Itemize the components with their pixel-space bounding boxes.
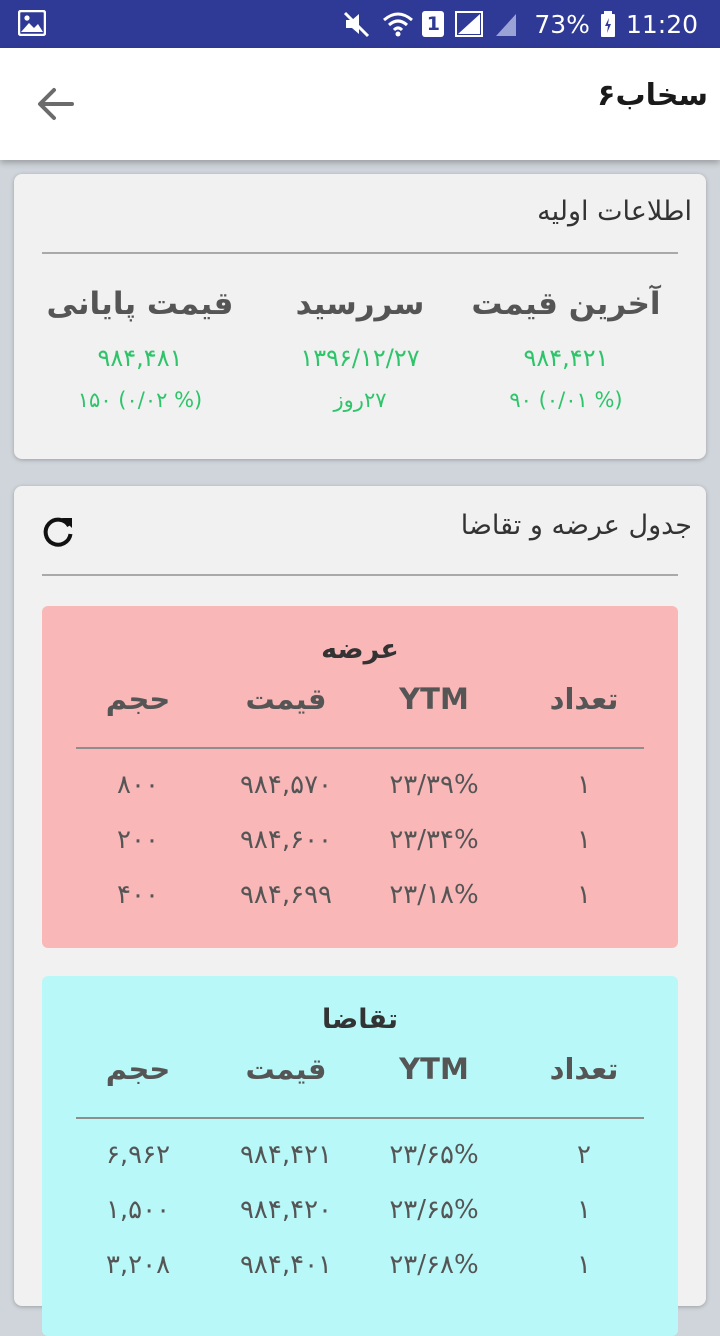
- row-volume: ۱,۵۰۰: [105, 1195, 171, 1225]
- bid-header-divider: [76, 1117, 644, 1119]
- clock: 11:20: [625, 9, 698, 39]
- row-volume: ۶,۹۶۲: [105, 1140, 171, 1170]
- sim-icon: 1: [422, 11, 445, 37]
- row-count: ۱: [577, 770, 591, 800]
- refresh-icon: [40, 517, 76, 554]
- row-count: ۱: [577, 880, 591, 910]
- last-price-change: (% ۰/۰۱) ۹۰: [509, 388, 623, 412]
- row-ytm: ۲۳/۱۸%: [389, 880, 479, 910]
- refresh-button[interactable]: [40, 514, 76, 550]
- row-ytm: ۲۳/۳۹%: [389, 770, 479, 800]
- gallery-icon: [17, 9, 47, 37]
- row-volume: ۲۰۰: [117, 825, 159, 855]
- header-volume: حجم: [105, 682, 171, 716]
- signal-icon: [454, 10, 484, 38]
- orderbook-title: جدول عرضه و تقاضا: [460, 510, 692, 541]
- maturity-column: سررسید ۱۳۹۶/۱۲/۲۷ ۲۷روز: [260, 286, 460, 412]
- info-card-divider: [42, 252, 678, 254]
- wifi-icon: [382, 10, 414, 38]
- table-row: ۱ ۲۳/۶۵% ۹۸۴,۴۲۰ ۱,۵۰۰: [42, 1195, 678, 1239]
- row-volume: ۳,۲۰۸: [105, 1250, 171, 1280]
- arrow-left-icon: [34, 88, 78, 130]
- header-ytm: YTM: [399, 1052, 469, 1086]
- bid-title: تقاضا: [322, 1004, 398, 1035]
- row-ytm: ۲۳/۳۴%: [389, 825, 479, 855]
- table-row: ۲ ۲۳/۶۵% ۹۸۴,۴۲۱ ۶,۹۶۲: [42, 1140, 678, 1184]
- row-ytm: ۲۳/۶۸%: [389, 1250, 479, 1280]
- table-row: ۱ ۲۳/۳۴% ۹۸۴,۶۰۰ ۲۰۰: [42, 825, 678, 869]
- table-row: ۱ ۲۳/۶۸% ۹۸۴,۴۰۱ ۳,۲۰۸: [42, 1250, 678, 1294]
- last-price-label: آخرین قیمت: [471, 286, 661, 322]
- back-button[interactable]: [34, 82, 78, 126]
- page-title: سخاب۶: [597, 78, 708, 113]
- row-price: ۹۸۴,۵۷۰: [239, 770, 333, 800]
- maturity-label: سررسید: [295, 286, 425, 322]
- mute-icon: [342, 10, 372, 38]
- bid-table: تقاضا تعداد YTM قیمت حجم ۲ ۲۳/۶۵% ۹۸۴,۴۲…: [42, 976, 678, 1336]
- row-price: ۹۸۴,۴۰۱: [239, 1250, 333, 1280]
- table-row: ۱ ۲۳/۳۹% ۹۸۴,۵۷۰ ۸۰۰: [42, 770, 678, 814]
- closing-price-column: قیمت پایانی ۹۸۴,۴۸۱ (% ۰/۰۲) ۱۵۰: [40, 286, 240, 412]
- bid-header-row: تعداد YTM قیمت حجم: [42, 1052, 678, 1096]
- closing-price-label: قیمت پایانی: [46, 286, 234, 322]
- header-volume: حجم: [105, 1052, 171, 1086]
- last-price-value: ۹۸۴,۴۲۱: [523, 344, 609, 372]
- info-card-title: اطلاعات اولیه: [537, 196, 692, 227]
- row-price: ۹۸۴,۴۲۰: [239, 1195, 333, 1225]
- row-volume: ۸۰۰: [117, 770, 159, 800]
- row-count: ۲: [577, 1140, 591, 1170]
- orderbook-divider: [42, 574, 678, 576]
- ask-header-divider: [76, 747, 644, 749]
- orderbook-card: جدول عرضه و تقاضا عرضه تعداد YTM قیمت حج…: [14, 486, 706, 1336]
- info-card: اطلاعات اولیه آخرین قیمت ۹۸۴,۴۲۱ (% ۰/۰۱…: [14, 174, 706, 459]
- ask-table: عرضه تعداد YTM قیمت حجم ۱ ۲۳/۳۹% ۹۸۴,۵۷۰…: [42, 606, 678, 948]
- last-price-column: آخرین قیمت ۹۸۴,۴۲۱ (% ۰/۰۱) ۹۰: [466, 286, 666, 412]
- header-ytm: YTM: [399, 682, 469, 716]
- closing-price-value: ۹۸۴,۴۸۱: [97, 344, 183, 372]
- closing-price-change: (% ۰/۰۲) ۱۵۰: [77, 388, 203, 412]
- row-ytm: ۲۳/۶۵%: [389, 1195, 479, 1225]
- ask-header-row: تعداد YTM قیمت حجم: [42, 682, 678, 726]
- ask-title: عرضه: [321, 634, 399, 665]
- row-count: ۱: [577, 825, 591, 855]
- battery-percent: 73%: [534, 9, 590, 39]
- row-price: ۹۸۴,۶۰۰: [239, 825, 333, 855]
- maturity-date: ۱۳۹۶/۱۲/۲۷: [300, 344, 420, 372]
- battery-icon: [600, 10, 616, 38]
- maturity-days: ۲۷روز: [333, 388, 387, 412]
- app-bar: سخاب۶: [0, 48, 720, 160]
- row-ytm: ۲۳/۶۵%: [389, 1140, 479, 1170]
- header-count: تعداد: [549, 682, 619, 716]
- row-count: ۱: [577, 1250, 591, 1280]
- row-price: ۹۸۴,۴۲۱: [239, 1140, 333, 1170]
- row-count: ۱: [577, 1195, 591, 1225]
- signal-icon-2: [494, 10, 524, 38]
- table-row: ۱ ۲۳/۱۸% ۹۸۴,۶۹۹ ۴۰۰: [42, 880, 678, 924]
- row-volume: ۴۰۰: [117, 880, 159, 910]
- header-price: قیمت: [245, 682, 327, 716]
- header-price: قیمت: [245, 1052, 327, 1086]
- status-bar: 1 73% 11:20: [0, 0, 720, 48]
- row-price: ۹۸۴,۶۹۹: [239, 880, 333, 910]
- header-count: تعداد: [549, 1052, 619, 1086]
